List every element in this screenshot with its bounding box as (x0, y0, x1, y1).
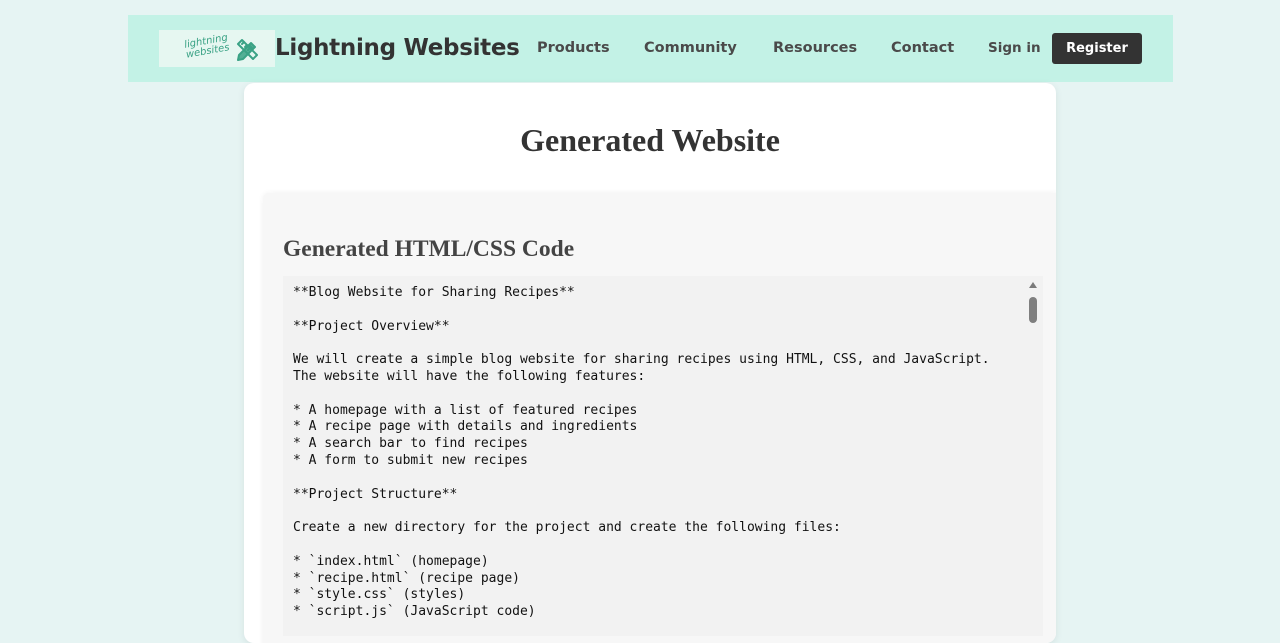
site-brand-name[interactable]: Lightning Websites (275, 33, 520, 63)
scroll-up-arrow-icon[interactable] (1029, 282, 1037, 288)
code-line: The website will have the following feat… (293, 368, 646, 384)
nav-link-community[interactable]: Community (644, 39, 737, 57)
register-button[interactable]: Register (1052, 33, 1142, 64)
sign-in-link[interactable]: Sign in (988, 40, 1041, 57)
nav-link-products[interactable]: Products (537, 39, 610, 57)
code-line: * A recipe page with details and ingredi… (293, 419, 638, 435)
nav-link-resources[interactable]: Resources (773, 39, 857, 57)
code-line: * `script.js` (JavaScript code) (293, 604, 536, 620)
pencil-ruler-icon (237, 39, 258, 61)
logo-wordmark: lightning websites (183, 32, 231, 61)
code-line: **Blog Website for Sharing Recipes** (293, 285, 575, 300)
page-title: Generated Website (520, 122, 780, 158)
code-line: * A form to submit new recipes (293, 452, 528, 468)
code-section-heading: Generated HTML/CSS Code (283, 236, 575, 262)
code-line: * `recipe.html` (recipe page) (293, 570, 520, 586)
code-line: * A search bar to find recipes (293, 436, 528, 452)
code-line: Create a new directory for the project a… (293, 520, 841, 536)
scrollbar-thumb[interactable] (1029, 297, 1037, 323)
top-navbar: lightning websites Lightning Websites Pr… (128, 15, 1173, 82)
code-lines: **Blog Website for Sharing Recipes** **P… (293, 285, 990, 621)
code-line: We will create a simple blog website for… (293, 352, 990, 368)
site-logo[interactable]: lightning websites (159, 30, 275, 67)
generated-code-section: Generated HTML/CSS Code **Blog Website f… (263, 193, 1056, 643)
code-line: * `index.html` (homepage) (293, 553, 489, 569)
code-line: **Project Structure** (293, 486, 458, 502)
nav-link-contact[interactable]: Contact (891, 39, 954, 57)
code-line: **Project Overview** (293, 318, 450, 334)
code-output-box[interactable]: **Blog Website for Sharing Recipes** **P… (283, 276, 1043, 636)
main-card: Generated Website Generated HTML/CSS Cod… (244, 83, 1056, 643)
code-line: * `style.css` (styles) (293, 587, 466, 603)
code-line: * A homepage with a list of featured rec… (293, 402, 638, 418)
code-scrollbar[interactable] (1025, 276, 1041, 636)
